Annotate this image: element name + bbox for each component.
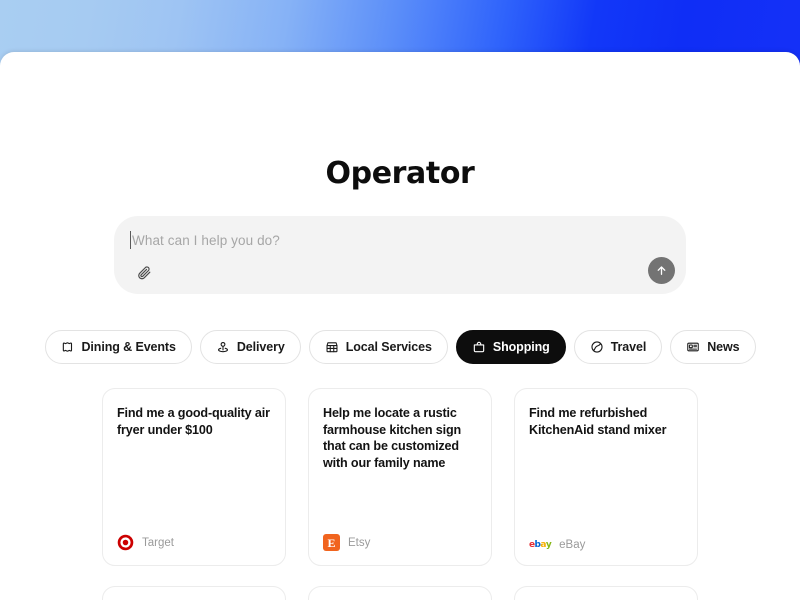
composer-placeholder[interactable]: What can I help you do?	[132, 233, 280, 248]
suggestion-card[interactable]	[308, 586, 492, 600]
target-bullseye-logo	[117, 534, 134, 551]
operator-app: Operator What can I help you do? Dining …	[0, 0, 800, 600]
suggestion-prompt: Help me locate a rustic farmhouse kitche…	[323, 406, 462, 471]
main-panel: Operator What can I help you do? Dining …	[0, 52, 800, 600]
ticket-icon	[61, 340, 75, 354]
chip-news[interactable]: News	[670, 330, 756, 364]
brand-label: Etsy	[348, 536, 371, 549]
arrow-up-icon	[657, 266, 666, 275]
text-caret	[130, 231, 131, 249]
chip-label: Dining & Events	[81, 340, 176, 354]
send-button[interactable]	[648, 257, 675, 284]
map-pin-icon	[216, 340, 230, 354]
card-brand: e b a y eBay	[529, 539, 585, 551]
page-title: Operator	[325, 156, 475, 191]
category-chip-row: Dining & Events Delivery Local Services …	[0, 330, 800, 364]
shopping-bag-icon	[472, 340, 486, 354]
newspaper-icon	[686, 340, 700, 354]
chip-label: Delivery	[236, 340, 285, 354]
chip-delivery[interactable]: Delivery	[199, 330, 301, 364]
brand-label: Target	[142, 536, 174, 549]
chip-travel[interactable]: Travel	[573, 330, 663, 364]
storefront-icon	[325, 340, 339, 354]
ebay-logo: e b a y	[529, 539, 552, 550]
suggestion-card-grid: Find me a good-quality air fryer under $…	[102, 388, 698, 600]
chip-label: Shopping	[492, 340, 550, 354]
suggestion-card[interactable]: Find me refurbished KitchenAid stand mix…	[514, 388, 698, 566]
suggestion-card[interactable]	[102, 586, 286, 600]
brand-label: eBay	[559, 539, 586, 551]
chip-shopping[interactable]: Shopping	[455, 330, 566, 364]
composer[interactable]: What can I help you do?	[114, 216, 686, 294]
chip-label: Travel	[610, 340, 647, 354]
paperclip-icon[interactable]	[130, 258, 158, 286]
card-brand: Target	[117, 534, 174, 551]
chip-label: Local Services	[345, 340, 432, 354]
ebay-letter-y: y	[545, 539, 552, 550]
globe-icon	[590, 340, 604, 354]
chip-dining-events[interactable]: Dining & Events	[44, 330, 192, 364]
suggestion-card[interactable]: Help me locate a rustic farmhouse kitche…	[308, 388, 492, 566]
chip-local-services[interactable]: Local Services	[308, 330, 448, 364]
suggestion-prompt: Find me refurbished KitchenAid stand mix…	[529, 406, 667, 437]
chip-label: News	[707, 340, 740, 354]
etsy-e-logo: E	[323, 534, 340, 551]
suggestion-card[interactable]: Find me a good-quality air fryer under $…	[102, 388, 286, 566]
card-brand: E Etsy	[323, 534, 370, 551]
suggestion-card[interactable]	[514, 586, 698, 600]
suggestion-prompt: Find me a good-quality air fryer under $…	[117, 406, 270, 437]
